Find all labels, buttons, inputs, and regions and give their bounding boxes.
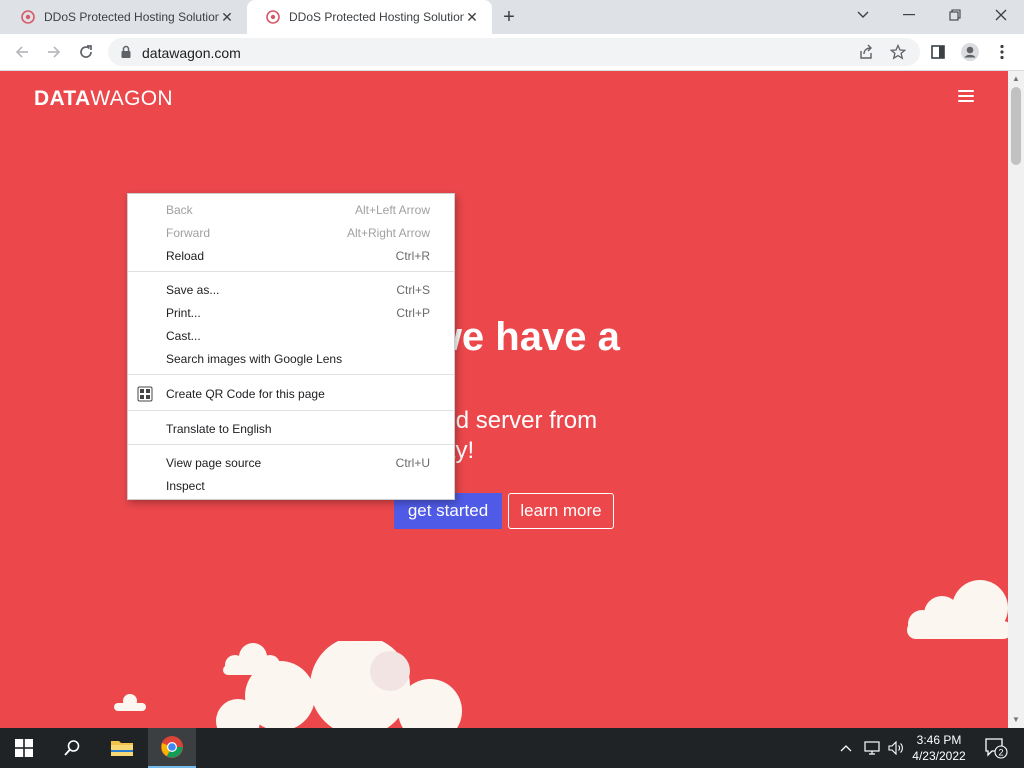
action-center-button[interactable]: 2: [976, 728, 1016, 768]
network-icon: [864, 741, 880, 755]
side-panel-icon[interactable]: [924, 38, 952, 66]
chrome-icon: [161, 736, 183, 758]
menu-separator: [128, 271, 454, 272]
scroll-up-icon[interactable]: ▲: [1012, 74, 1020, 83]
menu-item-translate[interactable]: Translate to English: [128, 418, 454, 440]
close-tab-icon[interactable]: ✕: [219, 9, 235, 25]
menu-item-label: Cast...: [166, 329, 201, 343]
folder-icon: [111, 741, 133, 756]
menu-item-label: Save as...: [166, 283, 220, 297]
menu-item-reload[interactable]: Reload Ctrl+R: [128, 245, 454, 267]
screen: DDoS Protected Hosting Solution ✕ DDoS P…: [0, 0, 1024, 768]
menu-item-forward[interactable]: Forward Alt+Right Arrow: [128, 222, 454, 244]
system-clock[interactable]: 3:46 PM 4/23/2022: [906, 732, 972, 764]
tab-title: DDoS Protected Hosting Solution: [44, 10, 219, 24]
menu-item-label: Print...: [166, 306, 201, 320]
learn-more-button[interactable]: learn more: [508, 493, 614, 529]
menu-kebab-icon[interactable]: [988, 38, 1016, 66]
windows-logo-icon: [15, 739, 33, 757]
forward-button[interactable]: [40, 38, 68, 66]
menu-item-inspect[interactable]: Inspect: [128, 475, 454, 497]
speaker-icon: [888, 741, 903, 755]
chevron-up-icon: [840, 745, 852, 752]
network-button[interactable]: [860, 728, 884, 768]
menu-item-label: Back: [166, 203, 193, 217]
bookmark-star-icon[interactable]: [884, 38, 912, 66]
context-menu: Back Alt+Left Arrow Forward Alt+Right Arro…: [127, 193, 455, 500]
menu-item-view-source[interactable]: View page source Ctrl+U: [128, 452, 454, 474]
cloud-image: [907, 580, 1008, 639]
tab-strip: DDoS Protected Hosting Solution ✕ DDoS P…: [0, 0, 1024, 34]
menu-item-label: Forward: [166, 226, 211, 240]
menu-separator: [128, 444, 454, 445]
tab-search-icon[interactable]: [840, 0, 886, 30]
back-button[interactable]: [8, 38, 36, 66]
menu-item-shortcut: Ctrl+U: [395, 456, 430, 470]
scroll-down-icon[interactable]: ▼: [1012, 715, 1020, 724]
vertical-scrollbar[interactable]: ▲ ▼: [1008, 71, 1024, 728]
site-logo[interactable]: DATAWAGON: [34, 87, 173, 111]
menu-item-label: Reload: [166, 249, 205, 263]
menu-separator: [128, 374, 454, 375]
close-tab-icon[interactable]: ✕: [464, 9, 480, 25]
favicon-icon: [21, 10, 35, 24]
menu-item-label: Create QR Code for this page: [166, 387, 325, 401]
minimize-button[interactable]: [886, 0, 932, 30]
file-explorer-button[interactable]: [98, 728, 146, 768]
menu-item-shortcut: Ctrl+S: [396, 283, 430, 297]
tab-title: DDoS Protected Hosting Solution: [289, 10, 464, 24]
favicon-icon: [266, 10, 280, 24]
profile-avatar-icon[interactable]: [956, 38, 984, 66]
scrollbar-thumb[interactable]: [1011, 87, 1021, 165]
hamburger-menu-icon[interactable]: [958, 90, 974, 104]
clock-date: 4/23/2022: [912, 749, 966, 763]
url-text[interactable]: datawagon.com: [142, 45, 241, 61]
menu-item-label: Search images with Google Lens: [166, 352, 343, 366]
restore-button[interactable]: [932, 0, 978, 30]
search-icon: [64, 740, 80, 756]
clock-time: 3:46 PM: [916, 733, 962, 747]
menu-item-shortcut: Alt+Right Arrow: [346, 226, 430, 240]
notification-icon: 2: [985, 738, 1008, 759]
menu-item-shortcut: Ctrl+R: [395, 249, 430, 263]
browser-toolbar: datawagon.com: [0, 34, 1024, 71]
logo-bold: DATA: [34, 87, 91, 110]
new-tab-button[interactable]: +: [498, 6, 520, 28]
menu-item-back[interactable]: Back Alt+Left Arrow: [128, 199, 454, 221]
show-hidden-icons-button[interactable]: [834, 728, 858, 768]
share-icon[interactable]: [852, 38, 880, 66]
close-window-button[interactable]: [978, 0, 1024, 30]
menu-separator: [128, 410, 454, 411]
tab-2[interactable]: DDoS Protected Hosting Solution ✕: [247, 0, 492, 34]
menu-item-shortcut: Alt+Left Arrow: [354, 203, 430, 217]
menu-item-qr-code[interactable]: Create QR Code for this page: [128, 383, 454, 405]
menu-item-save-as[interactable]: Save as... Ctrl+S: [128, 279, 454, 301]
menu-item-label: View page source: [166, 456, 262, 470]
chrome-taskbar-button[interactable]: [148, 728, 196, 768]
logo-light: WAGON: [90, 87, 173, 110]
menu-item-print[interactable]: Print... Ctrl+P: [128, 302, 454, 324]
lock-icon[interactable]: [120, 45, 132, 59]
notification-count: 2: [998, 748, 1003, 758]
menu-item-label: Translate to English: [166, 422, 272, 436]
search-button[interactable]: [48, 728, 96, 768]
reload-button[interactable]: [72, 38, 100, 66]
menu-item-cast[interactable]: Cast...: [128, 325, 454, 347]
tab-1[interactable]: DDoS Protected Hosting Solution ✕: [2, 0, 247, 34]
cloud-image: [216, 641, 462, 728]
address-bar[interactable]: datawagon.com: [108, 38, 920, 66]
windows-taskbar: 3:46 PM 4/23/2022 2: [0, 728, 1024, 768]
menu-item-google-lens[interactable]: Search images with Google Lens: [128, 348, 454, 370]
cloud-image: [114, 694, 146, 711]
volume-button[interactable]: [884, 728, 908, 768]
menu-item-shortcut: Ctrl+P: [396, 306, 430, 320]
menu-item-label: Inspect: [166, 479, 205, 493]
start-button[interactable]: [0, 728, 48, 768]
